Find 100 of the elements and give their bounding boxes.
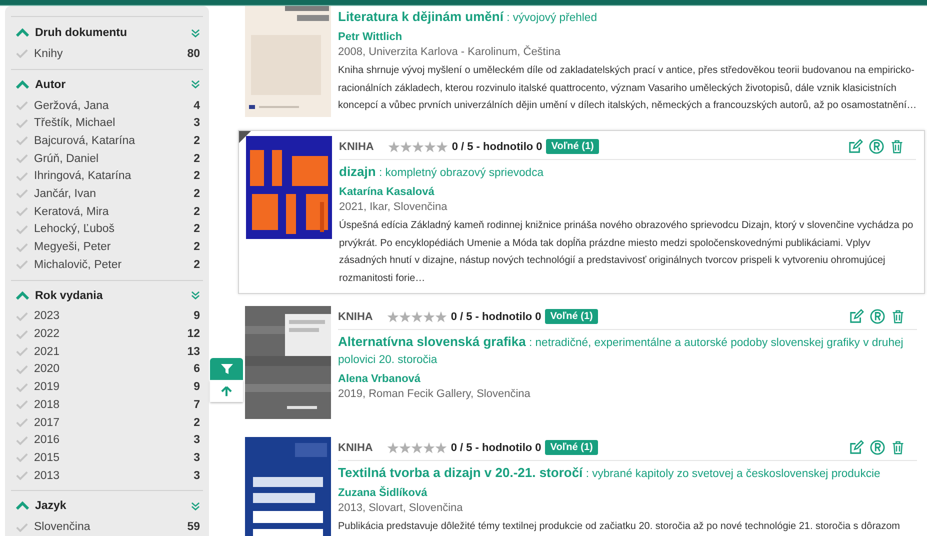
facet-label[interactable]: 2020 bbox=[34, 363, 194, 376]
facet-count: 59 bbox=[187, 521, 200, 534]
facet-count: 2 bbox=[194, 134, 200, 147]
checkmark-icon[interactable] bbox=[16, 136, 28, 146]
facet-count: 3 bbox=[194, 452, 200, 464]
double-chevron-icon[interactable] bbox=[191, 80, 200, 90]
filter-icon bbox=[220, 363, 232, 375]
checkmark-icon[interactable] bbox=[16, 224, 28, 234]
registered-icon[interactable] bbox=[870, 309, 885, 324]
double-chevron-icon[interactable] bbox=[191, 28, 200, 38]
caret-up-icon[interactable] bbox=[16, 501, 29, 512]
facet-label[interactable]: 2022 bbox=[34, 328, 188, 340]
facet-label[interactable]: Bajcurová, Katarína bbox=[34, 134, 194, 147]
facet-count: 2 bbox=[194, 170, 200, 182]
facet-label[interactable]: Třeštík, Michael bbox=[34, 117, 194, 130]
facet-label[interactable]: 2015 bbox=[34, 452, 194, 464]
checkmark-icon[interactable] bbox=[16, 330, 28, 339]
double-chevron-icon[interactable] bbox=[191, 291, 200, 300]
facet-label[interactable]: 2013 bbox=[34, 470, 194, 482]
checkmark-icon[interactable] bbox=[16, 207, 28, 216]
facet-count: 3 bbox=[194, 470, 200, 482]
registered-icon[interactable] bbox=[869, 139, 884, 154]
checkmark-icon[interactable] bbox=[16, 189, 28, 198]
checkmark-icon[interactable] bbox=[16, 382, 28, 392]
trash-icon[interactable] bbox=[891, 440, 905, 455]
star-icon[interactable] bbox=[434, 310, 447, 322]
checkmark-icon[interactable] bbox=[16, 154, 28, 164]
checkmark-icon[interactable] bbox=[16, 118, 28, 128]
registered-icon[interactable] bbox=[870, 440, 885, 455]
rating-text: 0 / 5 - hodnotilo 0 bbox=[452, 140, 542, 152]
star-icon[interactable] bbox=[424, 140, 436, 152]
star-icon[interactable] bbox=[422, 310, 435, 322]
star-rating[interactable] bbox=[386, 310, 447, 322]
double-chevron-icon[interactable] bbox=[191, 502, 200, 511]
star-rating[interactable] bbox=[388, 140, 448, 152]
facet-count: 2 bbox=[194, 258, 200, 271]
checkmark-icon[interactable] bbox=[16, 260, 28, 270]
trash-icon[interactable] bbox=[890, 139, 904, 154]
filter-button[interactable] bbox=[210, 358, 243, 380]
facet-count: 3 bbox=[194, 117, 200, 130]
document-type: KNIHA bbox=[339, 140, 374, 152]
checkmark-icon[interactable] bbox=[16, 418, 28, 428]
facet-label[interactable]: Michalovič, Peter bbox=[34, 258, 194, 271]
star-icon[interactable] bbox=[388, 140, 400, 152]
facet-label[interactable]: Geržová, Jana bbox=[34, 100, 194, 112]
star-icon[interactable] bbox=[412, 140, 424, 152]
star-icon[interactable] bbox=[410, 442, 423, 454]
caret-up-icon[interactable] bbox=[16, 28, 29, 38]
facet-label[interactable]: 2016 bbox=[34, 434, 194, 446]
checkmark-icon[interactable] bbox=[16, 471, 28, 480]
facet-count: 2 bbox=[194, 416, 200, 429]
facet-label[interactable]: Grúň, Daniel bbox=[34, 152, 194, 165]
star-icon[interactable] bbox=[398, 442, 411, 454]
publication-info: 2008, Univerzita Karlova - Karolinum, Čeština bbox=[338, 45, 562, 59]
edit-icon[interactable] bbox=[849, 440, 864, 455]
facet-title: Druh dokumentu bbox=[35, 27, 128, 39]
checkmark-icon[interactable] bbox=[16, 312, 28, 321]
publication-info: 2019, Roman Fecik Gallery, Slovenčina bbox=[338, 387, 532, 401]
facet-label[interactable]: Ihringová, Katarína bbox=[34, 170, 194, 182]
star-icon[interactable] bbox=[434, 442, 447, 454]
star-icon[interactable] bbox=[410, 310, 423, 322]
facet-count: 9 bbox=[194, 310, 200, 322]
facet-label[interactable]: 2019 bbox=[34, 381, 194, 394]
facet-count: 9 bbox=[194, 381, 200, 394]
checkmark-icon[interactable] bbox=[16, 49, 28, 58]
facet-label[interactable]: Knihy bbox=[34, 48, 188, 60]
checkmark-icon[interactable] bbox=[16, 242, 28, 252]
checkmark-icon[interactable] bbox=[16, 364, 28, 374]
facet-label[interactable]: 2018 bbox=[34, 398, 194, 411]
checkmark-icon[interactable] bbox=[16, 400, 28, 410]
facet-label[interactable]: 2021 bbox=[34, 346, 188, 358]
checkmark-icon[interactable] bbox=[16, 436, 28, 445]
trash-icon[interactable] bbox=[891, 309, 905, 324]
checkmark-icon[interactable] bbox=[16, 172, 28, 181]
facet-label[interactable]: Slovenčina bbox=[34, 521, 188, 534]
star-icon[interactable] bbox=[436, 140, 448, 152]
checkmark-icon[interactable] bbox=[16, 347, 28, 356]
star-icon[interactable] bbox=[398, 310, 411, 322]
checkmark-icon[interactable] bbox=[16, 522, 28, 532]
facet-label[interactable]: Jančár, Ivan bbox=[34, 188, 194, 200]
caret-up-icon[interactable] bbox=[16, 290, 29, 301]
edit-icon[interactable] bbox=[848, 139, 863, 154]
facet-label[interactable]: 2017 bbox=[34, 416, 194, 429]
facet-title: Jazyk bbox=[35, 500, 68, 512]
star-icon[interactable] bbox=[386, 310, 399, 322]
star-rating[interactable] bbox=[386, 442, 447, 454]
star-icon[interactable] bbox=[422, 442, 435, 454]
facet-label[interactable]: 2023 bbox=[34, 310, 194, 322]
scroll-top-button[interactable] bbox=[210, 380, 243, 402]
corner-mark bbox=[239, 131, 251, 143]
facet-label[interactable]: Keratová, Mira bbox=[34, 206, 194, 218]
caret-up-icon[interactable] bbox=[16, 80, 29, 90]
facet-count: 12 bbox=[187, 328, 200, 340]
edit-icon[interactable] bbox=[849, 309, 864, 324]
checkmark-icon[interactable] bbox=[16, 453, 28, 462]
star-icon[interactable] bbox=[386, 442, 399, 454]
facet-label[interactable]: Lehocký, Ľuboš bbox=[34, 223, 194, 236]
star-icon[interactable] bbox=[400, 140, 412, 152]
facet-label[interactable]: Megyeši, Peter bbox=[34, 241, 194, 254]
checkmark-icon[interactable] bbox=[16, 101, 28, 110]
